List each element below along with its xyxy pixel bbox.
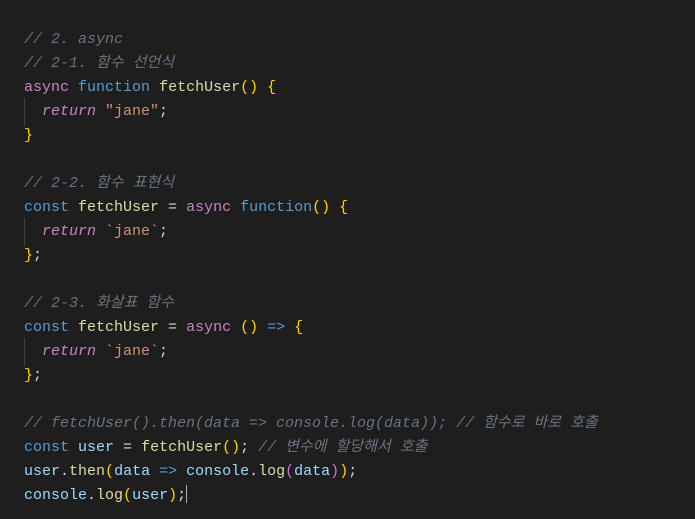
code-line: return `jane`; xyxy=(24,220,671,244)
code-line: // 2-2. 함수 표현식 xyxy=(24,172,671,196)
paren: () xyxy=(231,319,258,336)
dot: . xyxy=(249,463,258,480)
code-line: // fetchUser().then(data => console.log(… xyxy=(24,412,671,436)
indent-guide xyxy=(24,100,42,124)
paren-open: ( xyxy=(285,463,294,480)
argument: data xyxy=(294,463,330,480)
code-line: } xyxy=(24,124,671,148)
object: console xyxy=(177,463,249,480)
variable-name: fetchUser xyxy=(78,199,159,216)
code-line: // 2. async xyxy=(24,28,671,52)
paren-open: ( xyxy=(105,463,114,480)
keyword-const: const xyxy=(24,439,69,456)
paren: () xyxy=(240,79,258,96)
variable-name: user xyxy=(78,439,114,456)
brace-close: } xyxy=(24,367,33,384)
brace-close: } xyxy=(24,247,33,264)
parameter: data xyxy=(114,463,150,480)
comment: // 2-3. 화살표 함수 xyxy=(24,295,174,312)
dot: . xyxy=(87,487,96,504)
paren-open: ( xyxy=(123,487,132,504)
comment: // 2-1. 함수 선언식 xyxy=(24,55,174,72)
arrow-operator: => xyxy=(258,319,285,336)
semicolon: ; xyxy=(177,487,186,504)
code-line: async function fetchUser() { xyxy=(24,76,671,100)
blank-line xyxy=(24,388,671,412)
code-line: }; xyxy=(24,244,671,268)
keyword-return: return xyxy=(42,103,96,120)
keyword-return: return xyxy=(42,223,96,240)
keyword-async: async xyxy=(24,79,69,96)
string-literal: `jane` xyxy=(96,343,159,360)
semicolon: ; xyxy=(159,223,168,240)
code-line: return "jane"; xyxy=(24,100,671,124)
comment: // 2. async xyxy=(24,31,123,48)
brace-close: } xyxy=(24,127,33,144)
keyword-async: async xyxy=(186,199,231,216)
string-literal: "jane" xyxy=(96,103,159,120)
function-call: fetchUser xyxy=(141,439,222,456)
method-call: log xyxy=(96,487,123,504)
method-call: then xyxy=(69,463,105,480)
keyword-return: return xyxy=(42,343,96,360)
semicolon: ; xyxy=(33,367,42,384)
brace-open: { xyxy=(258,79,276,96)
blank-line xyxy=(24,268,671,292)
paren-close: ) xyxy=(339,463,348,480)
function-name: fetchUser xyxy=(159,79,240,96)
object: console xyxy=(24,487,87,504)
indent-guide xyxy=(24,220,42,244)
indent-guide xyxy=(24,340,42,364)
code-line: const user = fetchUser(); // 변수에 할당해서 호출 xyxy=(24,436,671,460)
paren: () xyxy=(312,199,330,216)
brace-open: { xyxy=(285,319,303,336)
dot: . xyxy=(60,463,69,480)
semicolon: ; xyxy=(159,343,168,360)
code-line: }; xyxy=(24,364,671,388)
keyword-async: async xyxy=(186,319,231,336)
paren: () xyxy=(222,439,240,456)
code-line: return `jane`; xyxy=(24,340,671,364)
keyword-function: function xyxy=(240,199,312,216)
variable-name: fetchUser xyxy=(78,319,159,336)
code-editor[interactable]: // 2. async // 2-1. 함수 선언식 async functio… xyxy=(24,28,671,508)
keyword-const: const xyxy=(24,319,69,336)
operator: = xyxy=(159,319,186,336)
operator: = xyxy=(114,439,141,456)
argument: user xyxy=(132,487,168,504)
arrow-operator: => xyxy=(150,463,177,480)
paren-close: ) xyxy=(330,463,339,480)
comment: // fetchUser().then(data => console.log(… xyxy=(24,415,598,432)
comment: // 2-2. 함수 표현식 xyxy=(24,175,174,192)
operator: = xyxy=(159,199,186,216)
code-line: // 2-3. 화살표 함수 xyxy=(24,292,671,316)
blank-line xyxy=(24,148,671,172)
semicolon: ; xyxy=(348,463,357,480)
code-line: // 2-1. 함수 선언식 xyxy=(24,52,671,76)
text-cursor xyxy=(186,485,187,503)
string-literal: `jane` xyxy=(96,223,159,240)
keyword-function: function xyxy=(78,79,150,96)
semicolon: ; xyxy=(240,439,249,456)
comment: // 변수에 할당해서 호출 xyxy=(249,439,427,456)
method-call: log xyxy=(258,463,285,480)
code-line: user.then(data => console.log(data)); xyxy=(24,460,671,484)
brace-open: { xyxy=(330,199,348,216)
paren-close: ) xyxy=(168,487,177,504)
keyword-const: const xyxy=(24,199,69,216)
code-line: const fetchUser = async function() { xyxy=(24,196,671,220)
variable: user xyxy=(24,463,60,480)
semicolon: ; xyxy=(33,247,42,264)
code-line: console.log(user); xyxy=(24,484,671,508)
code-line: const fetchUser = async () => { xyxy=(24,316,671,340)
semicolon: ; xyxy=(159,103,168,120)
